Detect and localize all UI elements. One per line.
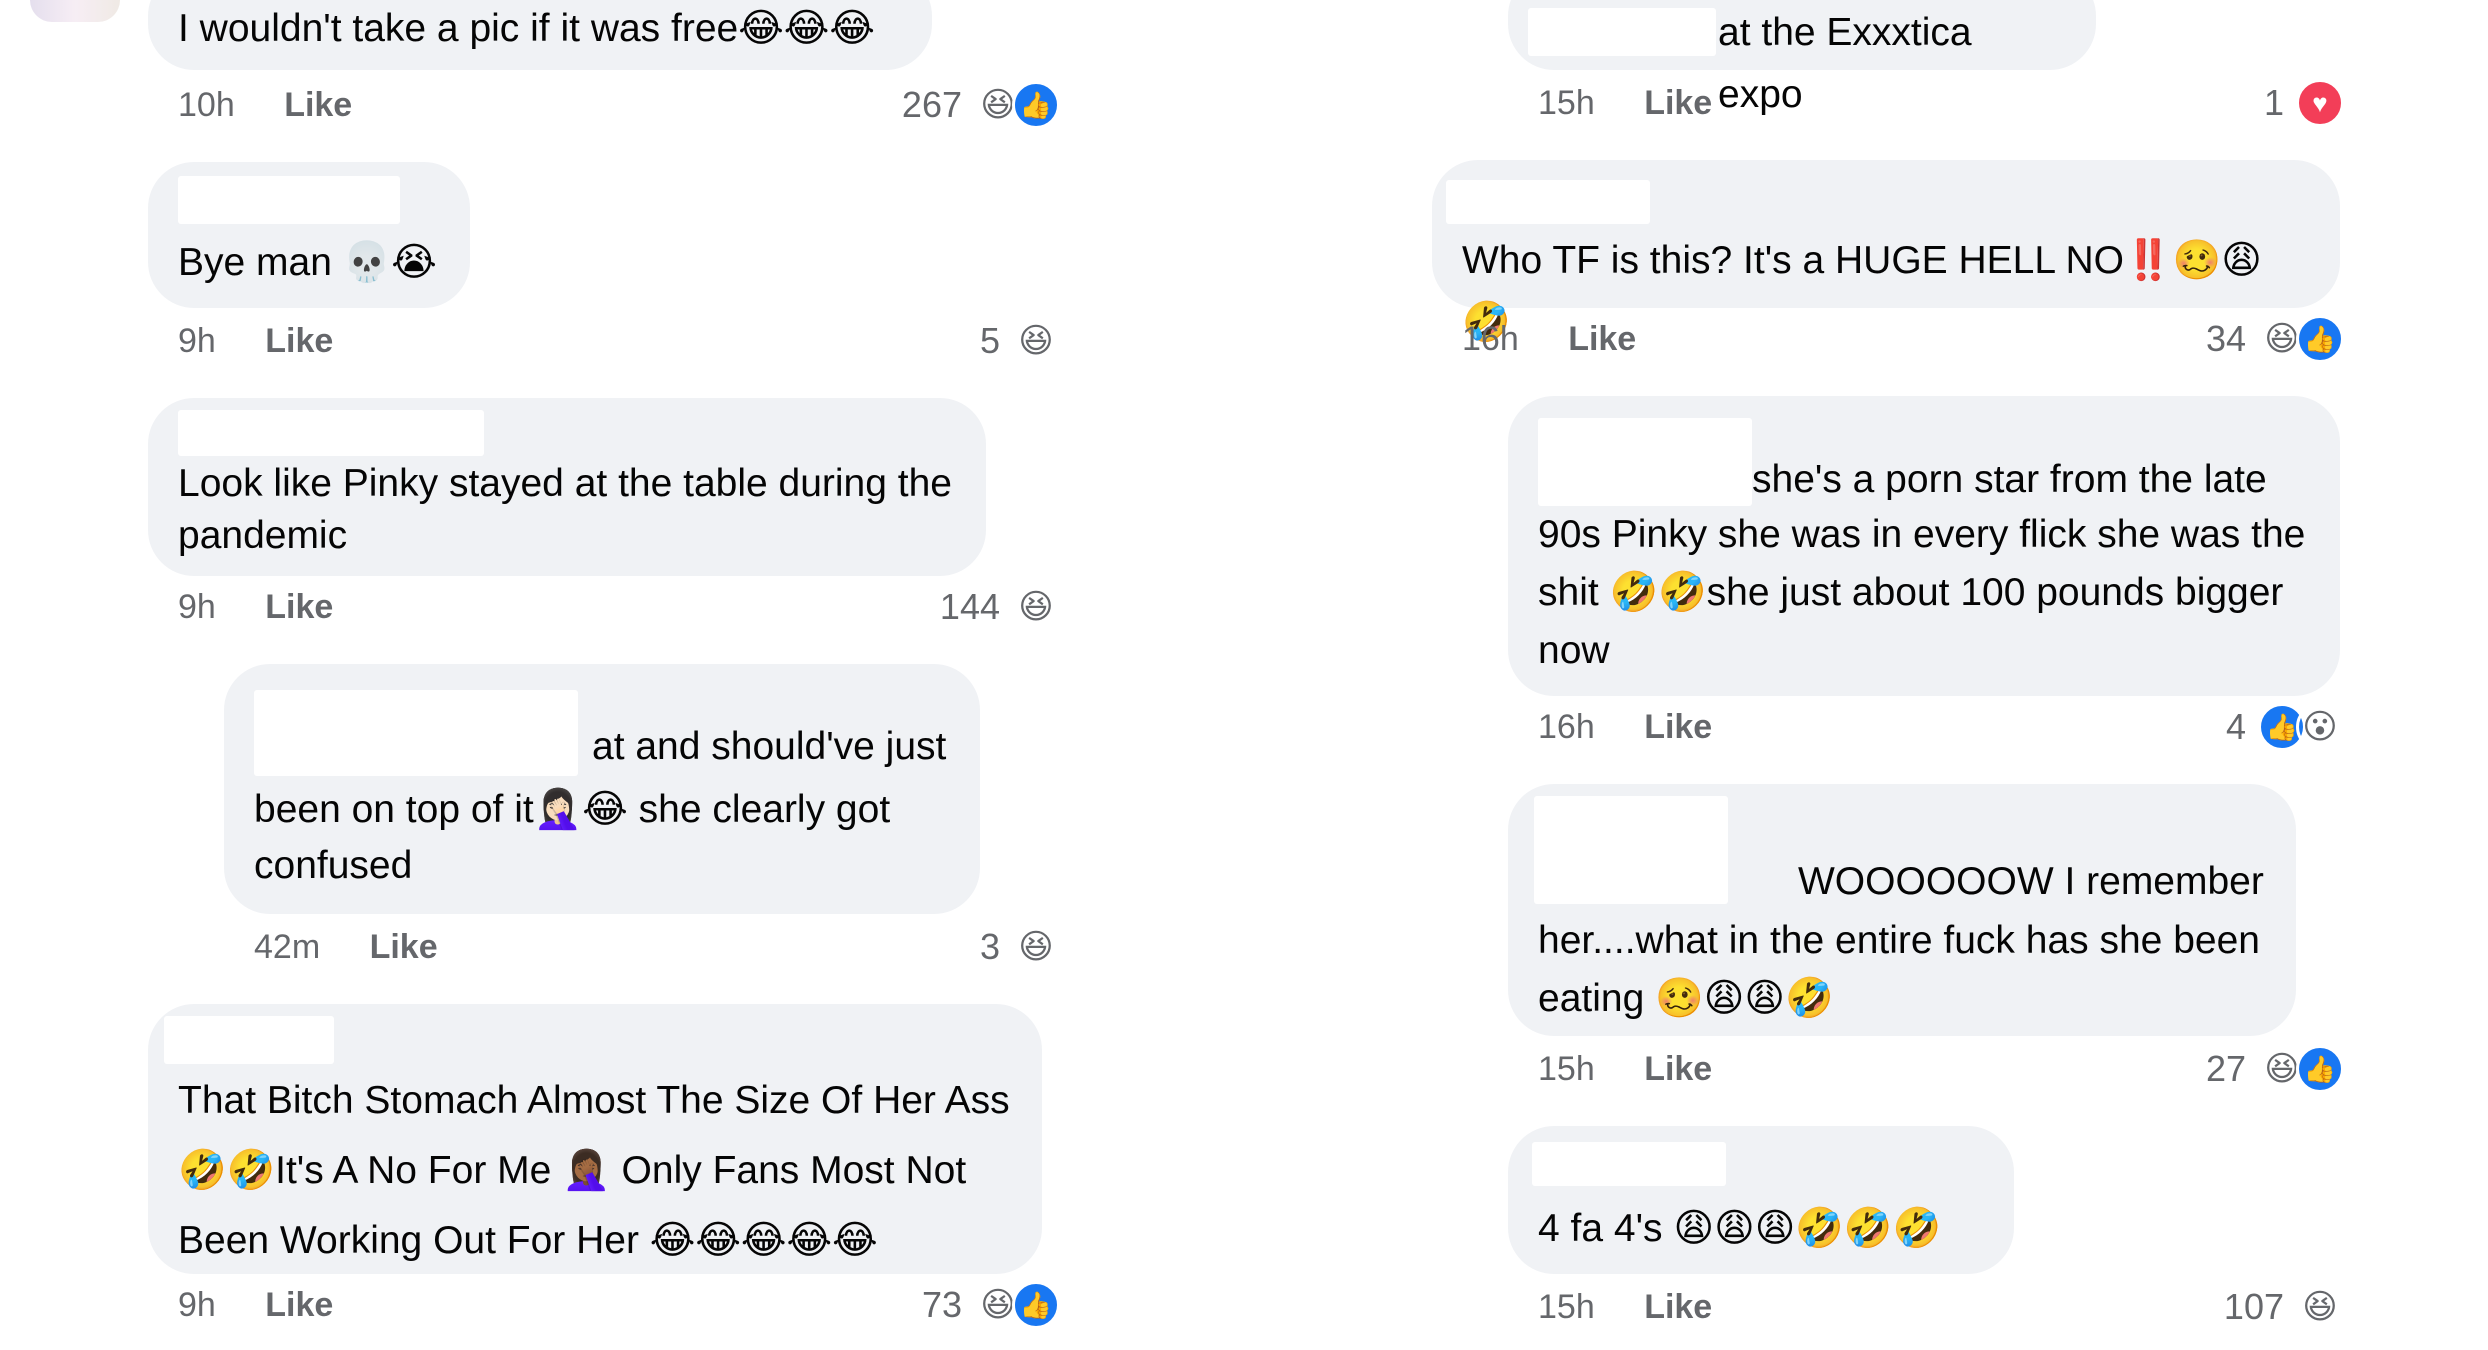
reaction-summary[interactable]: 73 😆 👍 bbox=[820, 1280, 1060, 1330]
thumbs-up-reaction-icon: 👍 bbox=[2296, 1045, 2344, 1093]
comment-time[interactable]: 9h bbox=[178, 316, 216, 366]
like-button[interactable]: Like bbox=[265, 316, 333, 366]
comment-text: I wouldn't take a pic if it was free😂😂😂 bbox=[178, 7, 875, 50]
comment-text: 4 fa 4's 😩😩😩🤣🤣🤣 bbox=[1538, 1207, 1942, 1250]
like-button[interactable]: Like bbox=[1644, 702, 1712, 752]
comment-meta: 42m Like bbox=[254, 922, 438, 972]
comment-bubble: she's a porn star from the late 90s Pink… bbox=[1508, 396, 2340, 696]
comment-bubble: Bye man 💀😭 bbox=[148, 162, 470, 308]
comment-meta: 9h Like bbox=[178, 1280, 333, 1330]
comment-bubble: 4 fa 4's 😩😩😩🤣🤣🤣 bbox=[1508, 1126, 2014, 1274]
comment-bubble: at the Exxxtica expo bbox=[1508, 0, 2096, 116]
redacted-author-name bbox=[1538, 418, 1752, 506]
wow-reaction-icon: 😮 bbox=[2296, 703, 2344, 751]
redacted-author-name bbox=[1532, 1142, 1726, 1186]
reply-bubble: at and should've just been on top of it🤦… bbox=[224, 664, 980, 914]
reaction-count: 107 bbox=[2223, 1286, 2284, 1327]
redacted-author-name bbox=[254, 690, 578, 776]
thumbs-up-reaction-icon: 👍 bbox=[1012, 81, 1060, 129]
like-button[interactable]: Like bbox=[265, 582, 333, 632]
comment-text: Bye man 💀😭 bbox=[178, 241, 437, 284]
like-button[interactable]: Like bbox=[284, 80, 352, 130]
thumbs-up-reaction-icon: 👍 bbox=[2296, 315, 2344, 363]
like-button[interactable]: Like bbox=[265, 1280, 333, 1330]
comment-meta: 15h Like bbox=[1538, 1044, 1712, 1094]
comment-meta: 10h Like bbox=[178, 80, 352, 130]
comment-text: Look like Pinky stayed at the table duri… bbox=[178, 462, 952, 557]
reaction-summary[interactable]: 144 😆 bbox=[860, 582, 1060, 632]
comment-meta: 9h Like bbox=[178, 316, 333, 366]
reaction-summary[interactable]: 5 😆 bbox=[860, 316, 1060, 366]
comment-bubble: Who TF is this? It's a HUGE HELL NO‼️🥴😩🤣 bbox=[1432, 160, 2340, 344]
redacted-author-name bbox=[178, 410, 484, 456]
like-button[interactable]: Like bbox=[1644, 1044, 1712, 1094]
redacted-author-name bbox=[1446, 180, 1650, 224]
redacted-author-name bbox=[1534, 796, 1728, 904]
comment-text-rest: her....what in the entire fuck has she b… bbox=[1538, 919, 2260, 1020]
thumbs-up-reaction-icon: 👍 bbox=[1012, 1281, 1060, 1329]
comment-bubble: That Bitch Stomach Almost The Size Of He… bbox=[148, 1004, 1042, 1274]
comment-text-line1: at and should've just bbox=[592, 725, 947, 768]
reaction-summary[interactable]: 3 😆 bbox=[860, 922, 1060, 972]
comment-text-line1: she's a porn star from the late bbox=[1752, 458, 2267, 501]
reaction-count: 5 bbox=[979, 320, 1000, 361]
comment-text-line1: WOOOOOOW I remember bbox=[1798, 860, 2264, 903]
laugh-reaction-icon: 😆 bbox=[1012, 317, 1060, 365]
laugh-reaction-icon: 😆 bbox=[1012, 923, 1060, 971]
reaction-summary[interactable]: 34 😆 👍 bbox=[2104, 314, 2344, 364]
reaction-count: 144 bbox=[939, 586, 1000, 627]
comment-time[interactable]: 42m bbox=[254, 922, 320, 972]
reaction-count: 73 bbox=[921, 1284, 962, 1325]
comment-bubble: I wouldn't take a pic if it was free😂😂😂 bbox=[148, 0, 932, 70]
reaction-summary[interactable]: 1 ♥ bbox=[2144, 78, 2344, 128]
reaction-count: 4 bbox=[2225, 706, 2246, 747]
comment-meta: 16h Like bbox=[1538, 702, 1712, 752]
reaction-summary[interactable]: 267 😆 👍 bbox=[820, 80, 1060, 130]
like-button[interactable]: Like bbox=[1644, 78, 1712, 128]
reaction-summary[interactable]: 107 😆 bbox=[2144, 1282, 2344, 1332]
redacted-author-name bbox=[178, 176, 400, 224]
comment-text-rest: been on top of it🤦🏻‍♀️😂 she clearly got … bbox=[254, 788, 891, 887]
comment-text: That Bitch Stomach Almost The Size Of He… bbox=[178, 1079, 1010, 1262]
reaction-count: 3 bbox=[979, 926, 1000, 967]
reaction-summary[interactable]: 4 👍 😮 bbox=[2104, 702, 2344, 752]
comment-time[interactable]: 16h bbox=[1462, 314, 1519, 364]
laugh-reaction-icon: 😆 bbox=[1012, 583, 1060, 631]
heart-reaction-icon: ♥ bbox=[2296, 79, 2344, 127]
laugh-reaction-icon: 😆 bbox=[2296, 1283, 2344, 1331]
like-button[interactable]: Like bbox=[370, 922, 438, 972]
comment-time[interactable]: 10h bbox=[178, 80, 235, 130]
reaction-summary[interactable]: 27 😆 👍 bbox=[2104, 1044, 2344, 1094]
comment-time[interactable]: 15h bbox=[1538, 1282, 1595, 1332]
like-button[interactable]: Like bbox=[1568, 314, 1636, 364]
avatar[interactable] bbox=[30, 0, 120, 22]
reaction-count: 267 bbox=[901, 84, 962, 125]
comment-time[interactable]: 15h bbox=[1538, 78, 1595, 128]
like-button[interactable]: Like bbox=[1644, 1282, 1712, 1332]
redacted-author-name bbox=[1528, 8, 1716, 56]
comment-text-rest: 90s Pinky she was in every flick she was… bbox=[1538, 513, 2306, 672]
comment-meta: 9h Like bbox=[178, 582, 333, 632]
comment-time[interactable]: 15h bbox=[1538, 1044, 1595, 1094]
redacted-author-name bbox=[164, 1016, 334, 1064]
comment-bubble: Look like Pinky stayed at the table duri… bbox=[148, 398, 986, 576]
comment-meta: 15h Like bbox=[1538, 1282, 1712, 1332]
comment-time[interactable]: 16h bbox=[1538, 702, 1595, 752]
reaction-count: 1 bbox=[2263, 82, 2284, 123]
comment-meta: 16h Like bbox=[1462, 314, 1636, 364]
comment-time[interactable]: 9h bbox=[178, 1280, 216, 1330]
comment-meta: 15h Like bbox=[1538, 78, 1712, 128]
reaction-count: 27 bbox=[2205, 1048, 2246, 1089]
reaction-count: 34 bbox=[2205, 318, 2246, 359]
comment-time[interactable]: 9h bbox=[178, 582, 216, 632]
comment-bubble: WOOOOOOW I remember her....what in the e… bbox=[1508, 784, 2296, 1036]
